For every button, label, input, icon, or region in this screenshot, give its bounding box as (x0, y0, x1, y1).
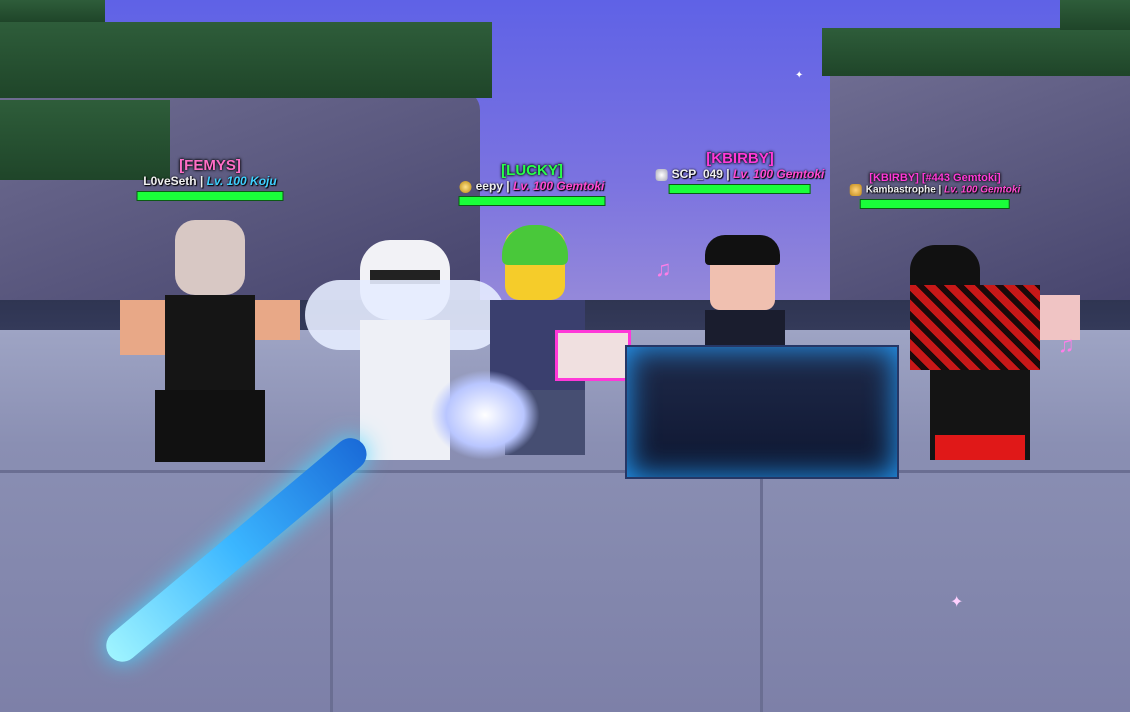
avatar-arm-right (255, 300, 300, 340)
player-level: Lv. 100 Koju (206, 174, 277, 188)
health-bar (860, 199, 1010, 209)
grass-top-left (0, 0, 105, 22)
music-note-icon: ♫ (1058, 332, 1075, 357)
nameplate-3: [KBIRBY] SCP_049 | Lv. 100 Gemtoki (655, 150, 825, 194)
player-avatar-loveseth[interactable] (120, 220, 300, 465)
health-bar (136, 191, 284, 201)
avatar-hair (705, 235, 780, 265)
sparkle-icon: ✦ (950, 594, 964, 611)
player-name: eepy (475, 179, 503, 193)
floor-seam (760, 470, 763, 712)
player-name: Kambastrophe (865, 184, 936, 196)
player-name: L0veSeth (143, 174, 197, 188)
grass-top-right (1060, 0, 1130, 30)
silver-wings-icon (655, 168, 668, 181)
nameplate-4: [KBIRBY] [#443 Gemtoki] Kambastrophe | L… (849, 172, 1021, 209)
avatar-torso (910, 285, 1040, 370)
player-info: L0veSeth | Lv. 100 Koju (137, 174, 284, 188)
clan-title: [KBIRBY] [#443 Gemtoki] (869, 172, 1001, 184)
avatar-legs (155, 390, 265, 462)
energy-glow (430, 370, 540, 460)
player-info: Kambastrophe | Lv. 100 Gemtoki (849, 184, 1021, 196)
floor-seam (330, 470, 333, 712)
player-info: eepy | Lv. 100 Gemtoki (459, 179, 606, 193)
gold-shield-icon (849, 184, 862, 196)
game-viewport[interactable]: ✦ ✦ ♫ ♫ [FEMYS] L0veSeth | Lv. 100 Koju … (0, 0, 1130, 712)
avatar-arm-left (120, 300, 165, 355)
separator: | (502, 179, 513, 193)
clan-title: [KBIRBY] (706, 150, 774, 167)
player-info: SCP_049 | Lv. 100 Gemtoki (655, 167, 825, 181)
dj-booth (625, 345, 899, 479)
separator: | (196, 174, 207, 188)
avatar-arm-right (555, 330, 631, 381)
gold-medal-icon (459, 180, 472, 193)
avatar-head (175, 220, 245, 295)
avatar-shoes (935, 435, 1025, 460)
clan-title: [LUCKY] (501, 162, 563, 179)
player-name: SCP_049 (671, 167, 723, 181)
sparkle-icon: ✦ (795, 70, 804, 81)
player-level: Lv. 100 Gemtoki (513, 179, 605, 193)
nameplate-2: [LUCKY] eepy | Lv. 100 Gemtoki (458, 162, 606, 206)
player-avatar-kambastrophe[interactable] (890, 245, 1080, 465)
player-level: Lv. 100 Gemtoki (944, 184, 1021, 196)
health-bar (458, 196, 606, 206)
grass-ledge-left (0, 22, 492, 98)
grass-ledge-right (822, 28, 1130, 76)
music-note-icon: ♫ (655, 256, 672, 281)
nameplate-1: [FEMYS] L0veSeth | Lv. 100 Koju (136, 157, 284, 201)
avatar-torso (165, 295, 255, 390)
separator: | (722, 167, 734, 181)
floor-seam (0, 470, 1130, 473)
clan-title: [FEMYS] (179, 157, 241, 174)
player-level: Lv. 100 Gemtoki (733, 167, 825, 181)
health-bar (668, 184, 811, 194)
